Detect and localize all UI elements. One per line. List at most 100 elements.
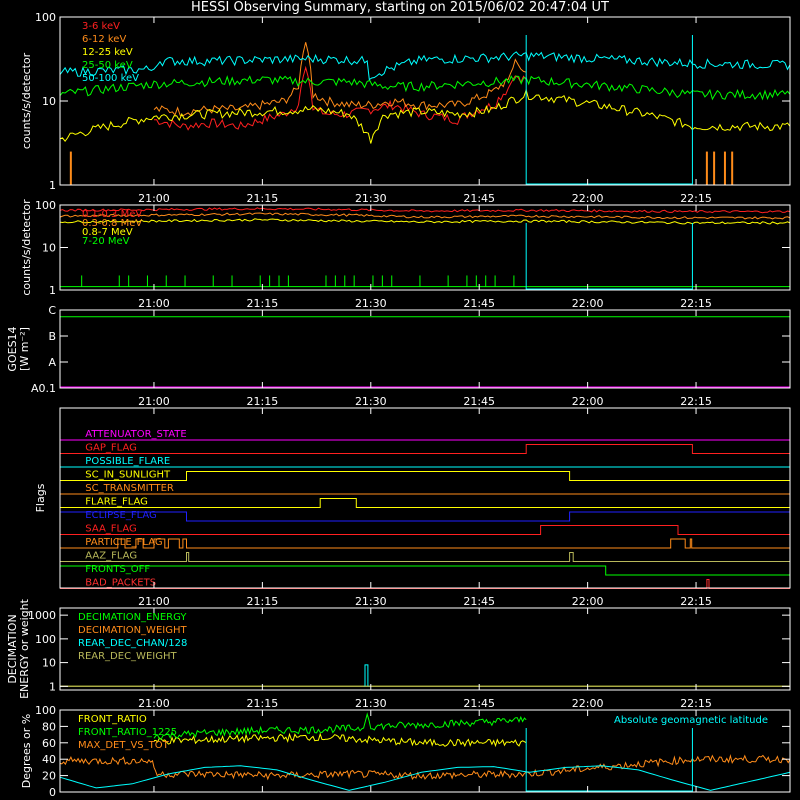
flags-xtick-label-2: 21:30 — [355, 595, 387, 608]
goes-xtick-label-1: 21:15 — [247, 395, 279, 408]
decimation-xtick-label-4: 22:00 — [572, 697, 604, 710]
flags-xtick-label-0: 21:00 — [138, 595, 170, 608]
count-rates-xtick-label-3: 21:45 — [463, 192, 495, 205]
decimation-xtick-label-1: 21:15 — [247, 697, 279, 710]
goes-xtick-label-2: 21:30 — [355, 395, 387, 408]
flag-label-2: POSSIBLE_FLARE — [85, 456, 170, 467]
decimation-legend-3: REAR_DEC_WEIGHT — [78, 651, 177, 662]
high-energy-xtick-label-4: 22:00 — [572, 297, 604, 310]
decimation-legend-0: DECIMATION_ENERGY — [78, 612, 187, 623]
flag-trace-5 — [60, 498, 790, 508]
high-energy-ylabel: counts/s/detector — [20, 199, 33, 296]
flag-label-11: BAD_PACKETS — [85, 578, 156, 589]
ratios-annotation: Absolute geomagnetic latitude — [614, 715, 768, 726]
count-rates-xtick-label-5: 22:15 — [680, 192, 712, 205]
count-rates-legend-0: 3-6 keV — [82, 21, 120, 32]
ratios-series-2 — [59, 754, 791, 781]
ratios-legend-1: FRONT_RATIO_1225 — [78, 727, 177, 738]
decimation-legend-2: REAR_DEC_CHAN/128 — [78, 638, 187, 649]
flag-trace-1 — [60, 444, 790, 454]
high-energy-series-2 — [59, 218, 791, 225]
count-rates-xtick-label-0: 21:00 — [138, 192, 170, 205]
count-rates-series-3 — [59, 75, 791, 101]
high-energy-legend-3: 7-20 MeV — [82, 236, 130, 247]
flag-label-7: SAA_FLAG — [85, 524, 136, 535]
flag-label-0: ATTENUATOR_STATE — [85, 429, 186, 440]
goes-xtick-label-4: 22:00 — [572, 395, 604, 408]
flag-label-3: SC_IN_SUNLIGHT — [85, 470, 171, 481]
count-rates-ytick-label-1: 10 — [42, 95, 56, 108]
flag-trace-7 — [60, 525, 790, 535]
count-rates-legend-2: 12-25 keV — [82, 47, 133, 58]
count-rates-frame — [59, 16, 791, 186]
ratios-ytick-label-1: 20 — [42, 770, 56, 783]
count-rates-ylabel: counts/s/detector — [20, 52, 33, 149]
decimation-xtick-label-2: 21:30 — [355, 697, 387, 710]
decimation-ylabel2: ENERGY or weight — [18, 598, 31, 698]
decimation-legend-1: DECIMATION_WEIGHT — [78, 625, 187, 636]
ratios-series-1 — [153, 712, 527, 740]
count-rates-xtick-label-2: 21:30 — [355, 192, 387, 205]
flag-label-1: GAP_FLAG — [85, 443, 137, 454]
decimation-ytick-label-3: 1000 — [28, 609, 56, 622]
count-rates-legend-3: 25-50 keV — [82, 60, 133, 71]
flag-label-4: SC_TRANSMITTER — [85, 483, 174, 494]
flags-xtick-label-5: 22:15 — [680, 595, 712, 608]
high-energy-xtick-label-3: 21:45 — [463, 297, 495, 310]
high-energy-series-1 — [59, 212, 791, 220]
count-rates-xtick-label-4: 22:00 — [572, 192, 604, 205]
high-energy-xtick-label-1: 21:15 — [247, 297, 279, 310]
high-energy-xtick-label-0: 21:00 — [138, 297, 170, 310]
goes-ytick-label-2: B — [48, 330, 56, 343]
summary-figure: 21:00 21:15 21:30 21:45 22:00 22:15110100coun… — [6, 11, 791, 800]
high-energy-ytick-label-1: 10 — [42, 242, 56, 255]
ratios-legend-2: MAX_DET_VS_TOT — [78, 740, 170, 751]
ratios-ytick-label-2: 40 — [42, 753, 56, 766]
flag-trace-6 — [59, 511, 791, 522]
goes-frame — [59, 309, 791, 389]
flags-ylabel: Flags — [34, 483, 47, 512]
flag-trace-10 — [59, 565, 790, 576]
ratios-ytick-label-0: 0 — [49, 786, 56, 799]
count-rates-ytick-label-0: 1 — [49, 179, 56, 192]
goes-xtick-label-5: 22:15 — [680, 395, 712, 408]
goes-xtick-label-3: 21:45 — [463, 395, 495, 408]
ratios-ytick-label-3: 60 — [42, 737, 56, 750]
goes-ytick-label-3: C — [48, 304, 56, 317]
goes-ytick-label-1: A — [48, 356, 56, 369]
high-energy-series-0 — [59, 207, 791, 214]
count-rates-ytick-label-2: 100 — [35, 11, 56, 24]
flags-xtick-label-1: 21:15 — [247, 595, 279, 608]
ratios-ylabel: Degrees or % — [20, 714, 33, 788]
goes-xtick-label-0: 21:00 — [138, 395, 170, 408]
count-rates-series-2 — [59, 88, 791, 144]
flag-label-5: FLARE_FLAG — [85, 497, 148, 508]
count-rates-series-0 — [153, 65, 527, 131]
ratios-legend-0: FRONT_RATIO — [78, 714, 147, 725]
flag-trace-11 — [60, 579, 790, 589]
decimation-ytick-label-0: 1 — [49, 680, 56, 693]
ratios-ytick-label-5: 100 — [35, 704, 56, 717]
count-rates-series-4 — [59, 51, 791, 81]
ratios-series-0 — [153, 732, 527, 748]
flags-xtick-label-4: 22:00 — [572, 595, 604, 608]
decimation-xtick-label-3: 21:45 — [463, 697, 495, 710]
high-energy-ytick-label-0: 1 — [49, 284, 56, 297]
high-energy-ytick-label-2: 100 — [35, 199, 56, 212]
flag-trace-9 — [60, 552, 790, 562]
count-rates-legend-1: 6-12 keV — [82, 34, 126, 45]
decimation-ytick-label-2: 100 — [35, 633, 56, 646]
decimation-series-2 — [363, 664, 370, 687]
decimation-ytick-label-1: 10 — [42, 657, 56, 670]
goes-ytick-label-0: A0.1 — [31, 382, 56, 395]
flag-trace-8 — [60, 538, 790, 549]
decimation-xtick-label-0: 21:00 — [138, 697, 170, 710]
high-energy-xtick-label-5: 22:15 — [680, 297, 712, 310]
flags-xtick-label-3: 21:45 — [463, 595, 495, 608]
count-rates-xtick-label-1: 21:15 — [247, 192, 279, 205]
ratios-ytick-label-4: 80 — [42, 720, 56, 733]
goes-ylabel2: [W m⁻²] — [18, 327, 31, 371]
count-rates-legend-4: 50-100 keV — [82, 73, 139, 84]
decimation-xtick-label-5: 22:15 — [680, 697, 712, 710]
high-energy-xtick-label-2: 21:30 — [355, 297, 387, 310]
